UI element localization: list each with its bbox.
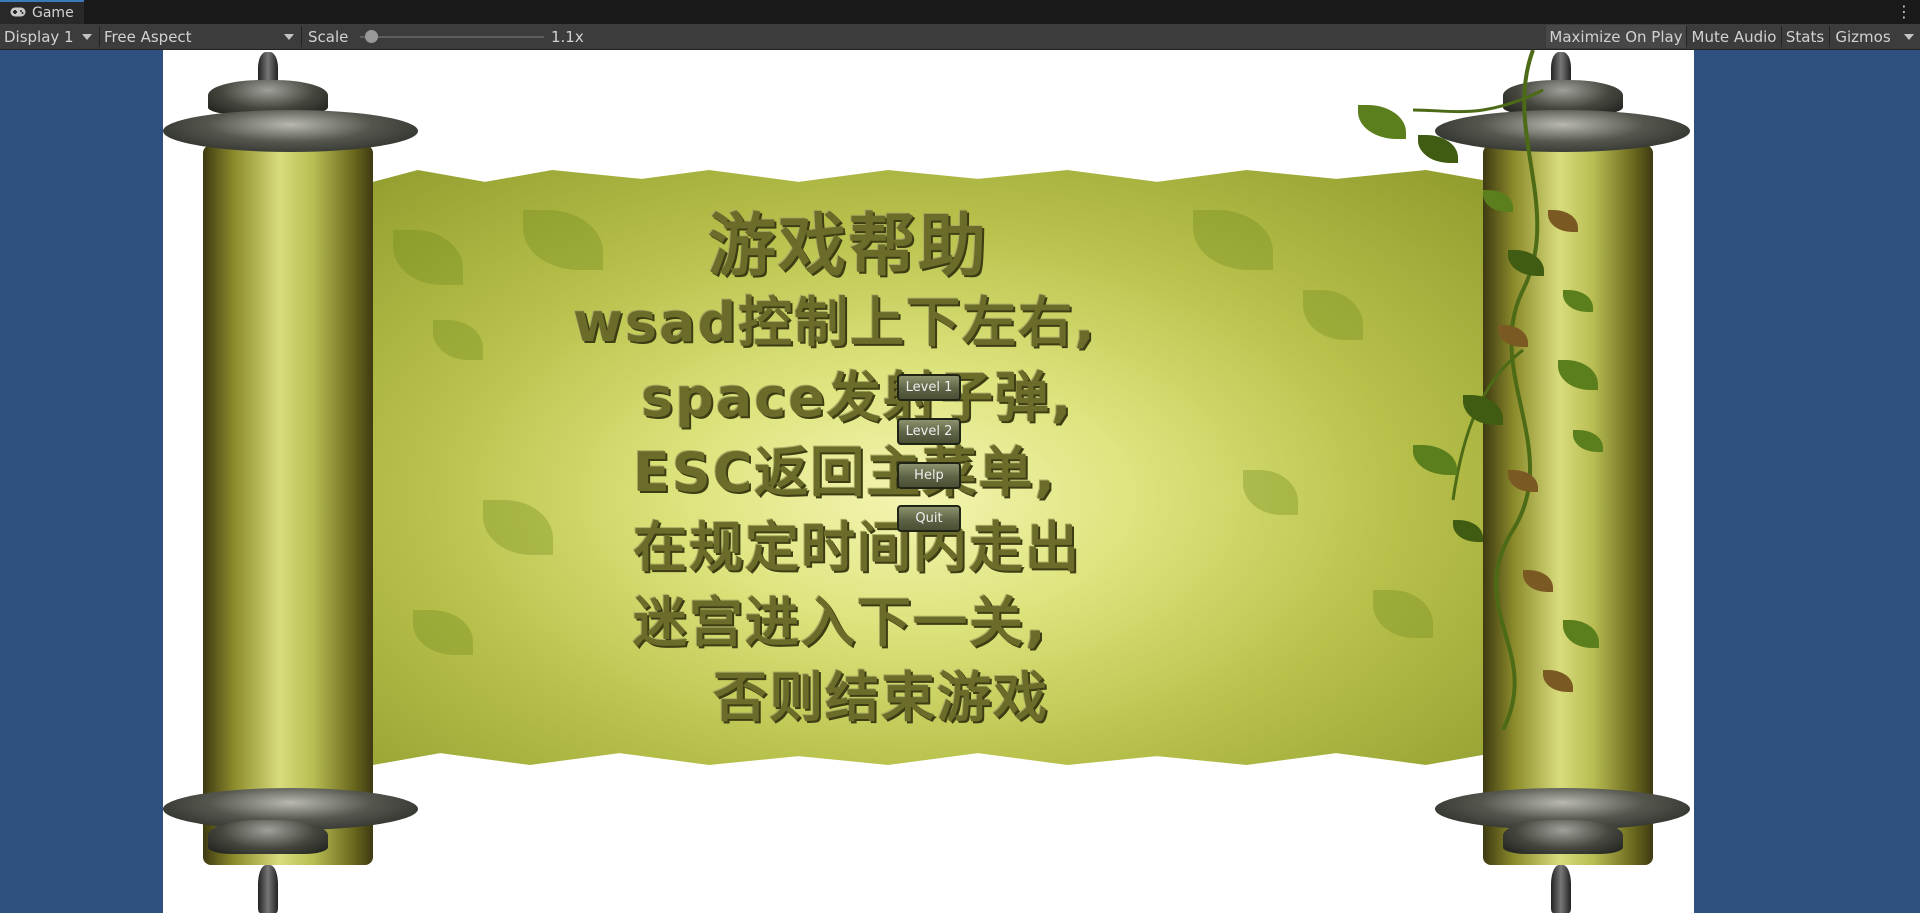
game-tab-title: Game	[32, 5, 74, 21]
help-button[interactable]: Help	[897, 462, 961, 489]
maximize-on-play-toggle[interactable]: Maximize On Play	[1546, 25, 1686, 48]
kebab-menu-icon[interactable]: ⋮	[1896, 2, 1912, 21]
leaf-decoration	[393, 230, 463, 285]
help-title: 游戏帮助	[708, 207, 989, 286]
level-2-button[interactable]: Level 2	[897, 418, 961, 445]
toolbar-divider	[1781, 26, 1782, 47]
help-line: 迷宫进入下一关,	[633, 591, 1048, 654]
toolbar-divider	[1686, 26, 1687, 47]
gamepad-icon	[10, 5, 26, 21]
scale-slider-thumb[interactable]	[365, 30, 378, 43]
scale-label: Scale	[308, 28, 349, 46]
left-scroll-roller	[203, 145, 373, 865]
help-line: wsad控制上下左右,	[573, 291, 1097, 354]
chevron-down-icon	[82, 34, 92, 40]
leaf-decoration	[1303, 290, 1363, 340]
editor-titlebar: Game ⋮	[0, 0, 1920, 24]
gizmos-toggle[interactable]: Gizmos	[1831, 25, 1895, 48]
help-line: 在规定时间内走出	[633, 516, 1081, 579]
help-line: space发射子弹,	[641, 366, 1074, 429]
leaf-decoration	[433, 320, 483, 360]
aspect-dropdown[interactable]: Free Aspect	[100, 24, 300, 49]
leaf-decoration	[483, 500, 553, 555]
stats-toggle[interactable]: Stats	[1783, 25, 1827, 48]
right-bottom-finial	[1551, 865, 1571, 913]
leaf-decoration	[523, 210, 603, 270]
scale-slider-track[interactable]	[360, 36, 544, 38]
toolbar-divider	[301, 26, 302, 47]
display-dropdown-label: Display 1	[4, 27, 74, 46]
chevron-down-icon	[1904, 34, 1914, 40]
leaf-decoration	[1193, 210, 1273, 270]
right-bottom-cap	[1503, 820, 1623, 854]
help-line: ESC返回主菜单,	[633, 441, 1057, 504]
aspect-dropdown-label: Free Aspect	[104, 27, 192, 46]
toolbar-divider	[1829, 26, 1830, 47]
game-tab[interactable]: Game	[0, 0, 84, 24]
game-viewport[interactable]: 游戏帮助 wsad控制上下左右, space发射子弹, ESC返回主菜单, 在规…	[163, 50, 1694, 913]
gizmos-dropdown[interactable]	[1896, 24, 1920, 49]
level-1-button[interactable]: Level 1	[897, 374, 961, 401]
help-line: 否则结束游戏	[713, 666, 1049, 729]
left-bottom-finial	[258, 865, 278, 913]
scale-value: 1.1x	[551, 28, 584, 46]
quit-button[interactable]: Quit	[897, 505, 961, 532]
mute-audio-toggle[interactable]: Mute Audio	[1688, 25, 1780, 48]
left-top-cap	[163, 110, 418, 152]
leaf-decoration	[413, 610, 473, 655]
left-top-cap	[208, 80, 328, 114]
leaf-decoration	[1243, 470, 1298, 515]
left-bottom-cap	[208, 820, 328, 854]
chevron-down-icon	[284, 34, 294, 40]
display-dropdown[interactable]: Display 1	[0, 24, 98, 49]
game-view-toolbar: Display 1 Free Aspect Scale 1.1x Maximiz…	[0, 24, 1920, 50]
